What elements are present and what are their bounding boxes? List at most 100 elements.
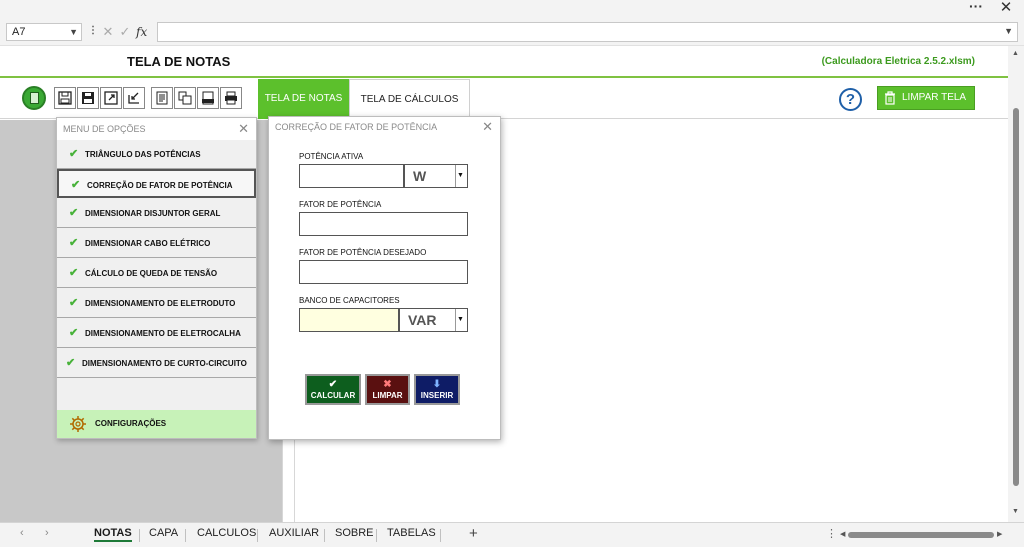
x-icon: ✖ <box>383 379 392 390</box>
clear-screen-button[interactable]: LIMPAR TELA <box>877 86 975 110</box>
sheet-tab-notas[interactable]: NOTAS <box>94 527 132 542</box>
menu-item-label: DIMENSIONAR CABO ELÉTRICO <box>85 239 211 248</box>
check-icon: ✔ <box>71 179 81 191</box>
options-menu-title: MENU DE OPÇÕES <box>63 124 146 134</box>
sheet-tab-capa[interactable]: CAPA <box>149 527 178 539</box>
scroll-left-icon[interactable]: ◀ <box>840 530 845 538</box>
power-factor-label: FATOR DE POTÊNCIA <box>299 200 382 209</box>
pdf-icon[interactable] <box>197 87 219 109</box>
menu-item-correcao-fator-potencia[interactable]: ✔ CORREÇÃO DE FATOR DE POTÊNCIA <box>57 169 256 198</box>
scroll-thumb[interactable] <box>848 532 994 538</box>
active-power-input[interactable] <box>299 164 404 188</box>
menu-item-label: TRIÂNGULO DAS POTÊNCIAS <box>85 150 201 159</box>
settings-button[interactable]: CONFIGURAÇÕES <box>57 410 256 438</box>
check-icon: ✔ <box>69 148 79 160</box>
calculator-icon[interactable] <box>22 86 46 110</box>
check-icon: ✔ <box>69 207 79 219</box>
window-titlebar: ··· ✕ <box>0 0 1024 18</box>
options-menu: MENU DE OPÇÕES ✕ ✔ TRIÂNGULO DAS POTÊNCIA… <box>56 117 257 439</box>
desired-power-factor-input[interactable] <box>299 260 468 284</box>
collapse-icon[interactable] <box>123 87 145 109</box>
file-name: (Calculadora Eletrica 2.5.2.xlsm) <box>821 56 975 67</box>
clear-button[interactable]: ✖ LIMPAR <box>365 374 410 405</box>
menu-item-curto-circuito[interactable]: ✔ DIMENSIONAMENTO DE CURTO-CIRCUITO <box>57 349 256 378</box>
menu-item-disjuntor-geral[interactable]: ✔ DIMENSIONAR DISJUNTOR GERAL <box>57 199 256 228</box>
sheet-tab-calculos[interactable]: CALCULOS <box>197 527 256 539</box>
save-as-icon[interactable] <box>77 87 99 109</box>
check-icon: ✔ <box>69 297 79 309</box>
name-box[interactable]: A7 ▼ <box>6 23 82 41</box>
menu-item-label: CORREÇÃO DE FATOR DE POTÊNCIA <box>87 181 233 190</box>
tab-divider <box>257 529 258 542</box>
scroll-right-icon[interactable]: ▶ <box>997 530 1002 538</box>
chevron-down-icon[interactable]: ▼ <box>69 24 78 40</box>
power-unit-select[interactable]: W ▼ <box>404 164 468 188</box>
copy-document-icon[interactable] <box>174 87 196 109</box>
trash-icon <box>884 91 896 114</box>
active-power-label: POTÊNCIA ATIVA <box>299 152 364 161</box>
check-icon: ✔ <box>66 357 76 369</box>
desired-power-factor-label: FATOR DE POTÊNCIA DESEJADO <box>299 248 427 257</box>
add-sheet-icon[interactable]: + <box>469 525 478 542</box>
tab-tela-de-notas[interactable]: TELA DE NOTAS <box>258 79 349 119</box>
toolbar: TELA DE NOTAS TELA DE CÁLCULOS ? LIMPAR … <box>0 79 1008 119</box>
power-factor-dialog: CORREÇÃO DE FATOR DE POTÊNCIA ✕ POTÊNCIA… <box>268 116 501 440</box>
gear-icon <box>69 415 87 445</box>
power-factor-input[interactable] <box>299 212 468 236</box>
clear-label: LIMPAR <box>372 391 403 400</box>
more-options-icon[interactable]: ··· <box>966 0 986 16</box>
dropdown-arrow-icon[interactable]: ▼ <box>455 309 465 331</box>
close-icon[interactable]: ✕ <box>482 119 493 135</box>
file-actions-group <box>54 87 146 109</box>
previous-sheet-icon[interactable]: ‹ <box>20 527 24 539</box>
dropdown-arrow-icon[interactable]: ▼ <box>455 165 465 187</box>
document-list-icon[interactable] <box>151 87 173 109</box>
scroll-down-icon[interactable]: ▼ <box>1012 508 1019 515</box>
next-sheet-icon[interactable]: › <box>45 527 49 539</box>
menu-item-cabo-eletrico[interactable]: ✔ DIMENSIONAR CABO ELÉTRICO <box>57 229 256 258</box>
insert-function-icon[interactable]: fx <box>136 23 147 41</box>
tab-divider <box>376 529 377 542</box>
sheet-tab-sobre[interactable]: SOBRE <box>335 527 374 539</box>
close-icon[interactable]: ✕ <box>996 0 1016 18</box>
print-icon[interactable] <box>220 87 242 109</box>
menu-item-triangulo-potencias[interactable]: ✔ TRIÂNGULO DAS POTÊNCIAS <box>57 140 256 169</box>
document-actions-group <box>151 87 243 109</box>
horizontal-scrollbar[interactable]: ◀ ▶ <box>840 531 1004 539</box>
enter-check-icon[interactable]: ✓ <box>117 23 133 41</box>
tab-divider <box>185 529 186 542</box>
cancel-icon[interactable]: ✕ <box>100 23 116 41</box>
menu-item-queda-tensao[interactable]: ✔ CÁLCULO DE QUEDA DE TENSÃO <box>57 259 256 288</box>
sheet-tabs-bar: ‹ › NOTAS CAPA CALCULOS AUXILIAR SOBRE T… <box>0 522 1024 547</box>
calculate-button[interactable]: ✔ CALCULAR <box>305 374 361 405</box>
settings-label: CONFIGURAÇÕES <box>95 419 167 428</box>
expand-icon[interactable] <box>100 87 122 109</box>
insert-button[interactable]: ⬇ INSERIR <box>414 374 460 405</box>
menu-item-label: DIMENSIONAMENTO DE CURTO-CIRCUITO <box>82 359 247 368</box>
menu-item-eletrocalha[interactable]: ✔ DIMENSIONAMENTO DE ELETROCALHA <box>57 319 256 348</box>
scroll-up-icon[interactable]: ▲ <box>1012 50 1019 57</box>
save-icon[interactable] <box>54 87 76 109</box>
formula-input[interactable]: ▼ <box>157 22 1018 42</box>
check-icon: ✔ <box>69 237 79 249</box>
sheet-tab-tabelas[interactable]: TABELAS <box>387 527 436 539</box>
capacitor-bank-output <box>299 308 399 332</box>
clear-screen-label: LIMPAR TELA <box>902 92 967 103</box>
name-box-value: A7 <box>12 26 26 38</box>
vertical-ellipsis-icon[interactable]: ⋮ <box>826 527 837 540</box>
tab-tela-de-calculos[interactable]: TELA DE CÁLCULOS <box>349 79 470 119</box>
menu-item-eletroduto[interactable]: ✔ DIMENSIONAMENTO DE ELETRODUTO <box>57 289 256 318</box>
capacitor-unit-select[interactable]: VAR ▼ <box>399 308 468 332</box>
page-title: TELA DE NOTAS <box>127 54 231 69</box>
vertical-scrollbar[interactable]: ▲ ▼ <box>1008 46 1024 522</box>
help-icon[interactable]: ? <box>839 88 862 111</box>
sheet-header: TELA DE NOTAS (Calculadora Eletrica 2.5.… <box>0 46 1008 78</box>
vertical-ellipsis-icon[interactable]: ⋮ <box>88 25 98 39</box>
scroll-thumb[interactable] <box>1013 108 1019 486</box>
calculate-label: CALCULAR <box>310 391 356 400</box>
dialog-title: CORREÇÃO DE FATOR DE POTÊNCIA <box>275 122 438 132</box>
capacitor-unit-value: VAR <box>408 312 437 328</box>
chevron-down-icon[interactable]: ▼ <box>1004 26 1013 36</box>
sheet-tab-auxiliar[interactable]: AUXILIAR <box>269 527 319 539</box>
close-icon[interactable]: ✕ <box>238 118 249 140</box>
